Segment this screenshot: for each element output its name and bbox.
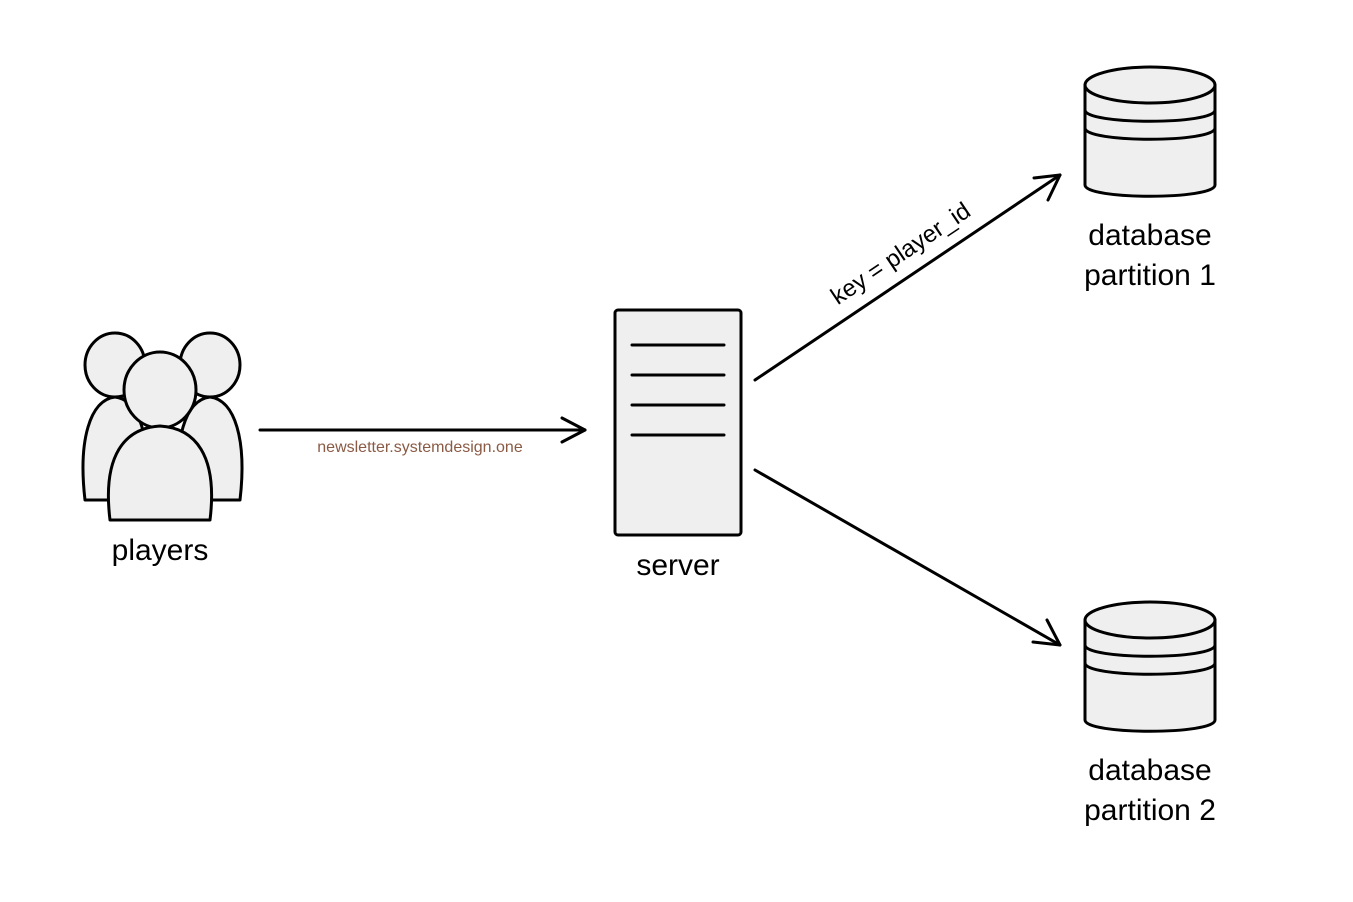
server-icon [615,310,741,535]
watermark-text: newsletter.systemdesign.one [317,439,523,456]
database-2-label-line2: partition 2 [1084,794,1216,827]
architecture-diagram: players server database partition 1 data… [0,0,1353,902]
arrow-server-to-db1 [755,175,1060,380]
database-2-icon [1085,602,1215,731]
arrow-server-to-db1-label: key = player_id [826,197,975,310]
database-1-label-line2: partition 1 [1084,259,1216,292]
server-label: server [636,549,719,582]
players-label: players [112,534,209,567]
players-icon [83,333,242,520]
database-2-label-line1: database [1088,754,1211,787]
arrow-server-to-db2 [755,470,1060,645]
database-1-icon [1085,67,1215,196]
database-1-label-line1: database [1088,219,1211,252]
